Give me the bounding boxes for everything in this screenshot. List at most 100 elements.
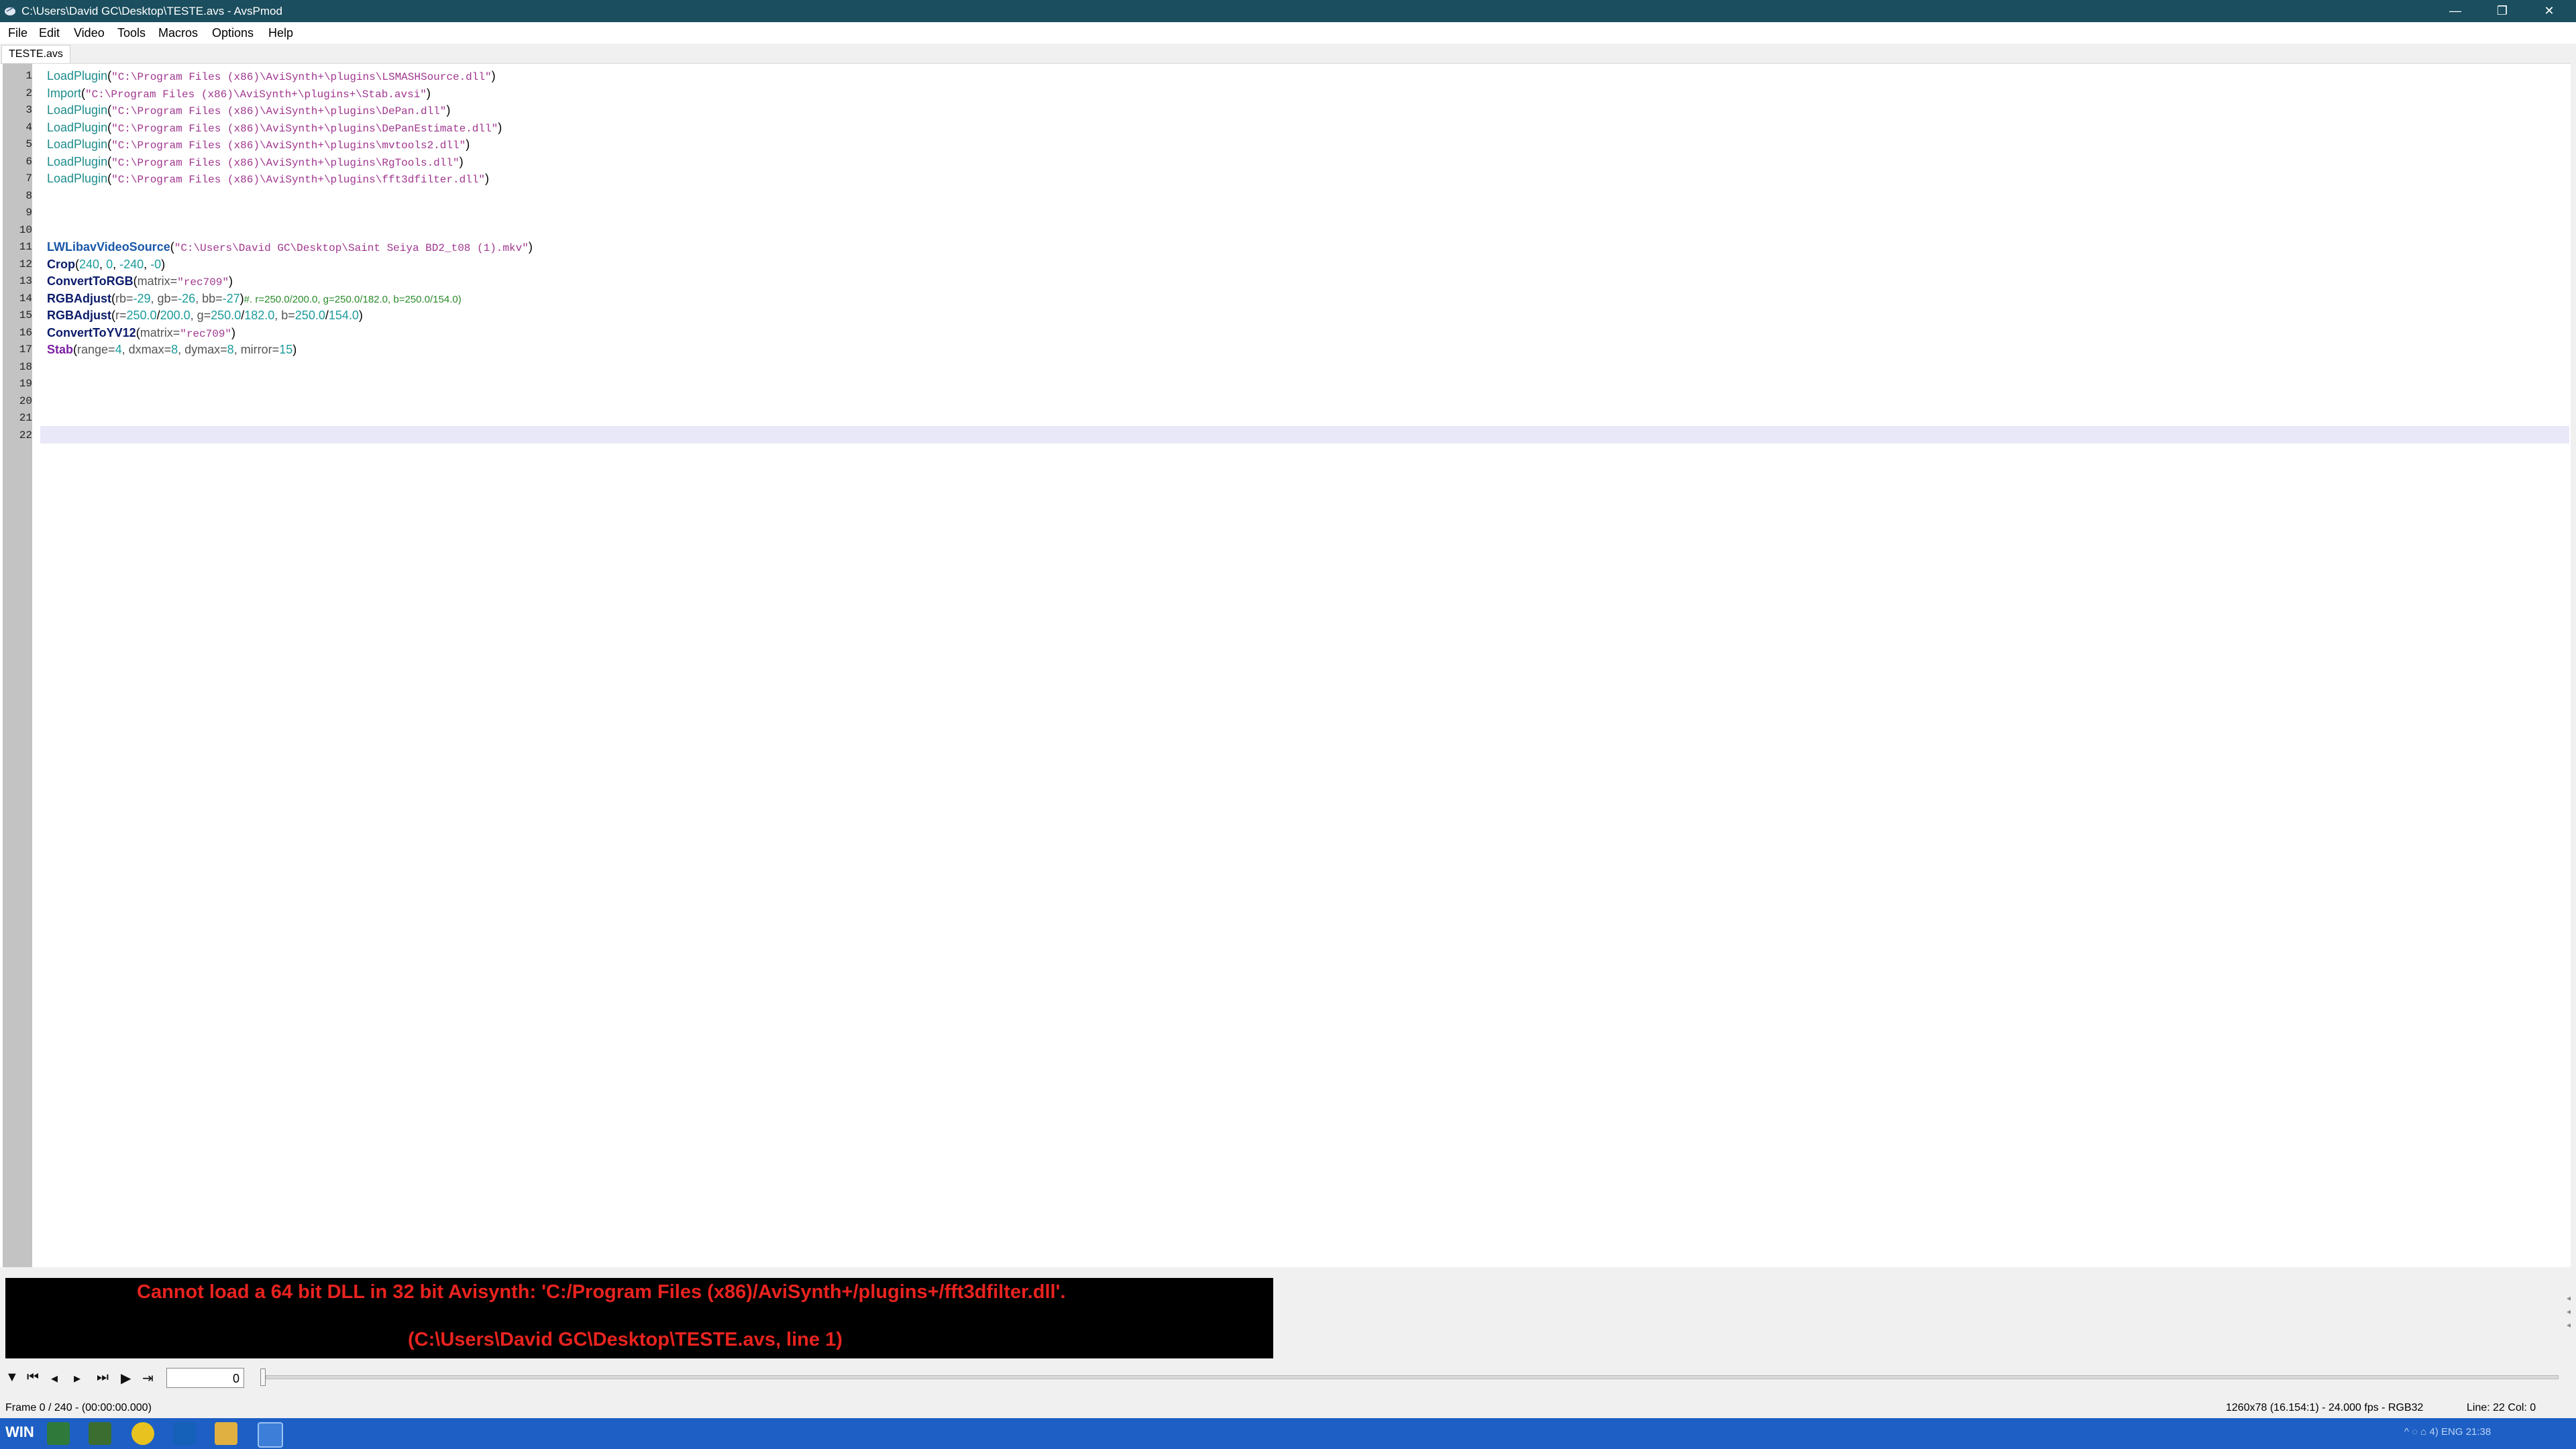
menu-video[interactable]: Video — [74, 22, 105, 44]
code-line-13: ConvertToRGB(matrix="rec709") — [47, 273, 233, 290]
last-frame-icon[interactable]: ⏭ — [97, 1370, 109, 1385]
parameter: , g= — [190, 309, 211, 322]
menu-file[interactable]: File — [8, 22, 28, 44]
menu-options[interactable]: Options — [212, 22, 254, 44]
timeline-slider-track[interactable] — [266, 1375, 2559, 1379]
string-literal: "C:\Program Files (x86)\AviSynth+\plugin… — [111, 174, 485, 186]
code-line-7: LoadPlugin("C:\Program Files (x86)\AviSy… — [47, 170, 489, 188]
number: 200.0 — [160, 309, 191, 322]
string-literal: "rec709" — [177, 276, 229, 288]
number: 250.0 — [126, 309, 157, 322]
error-location: (C:\Users\David GC\Desktop\TESTE.avs, li… — [408, 1329, 843, 1350]
parameter: , gb= — [150, 291, 178, 305]
line-number: 20 — [19, 394, 32, 407]
line-number: 21 — [19, 412, 32, 424]
paren: ) — [229, 274, 233, 288]
code-line-2: Import("C:\Program Files (x86)\AviSynth+… — [47, 85, 431, 103]
separator: , — [99, 257, 107, 271]
code-line-16: ConvertToYV12(matrix="rec709") — [47, 325, 235, 342]
code-line-6: LoadPlugin("C:\Program Files (x86)\AviSy… — [47, 154, 464, 171]
app-globe-icon[interactable] — [89, 1422, 111, 1445]
menu-tools[interactable]: Tools — [117, 22, 146, 44]
paren: ) — [426, 86, 431, 100]
code-line-4: LoadPlugin("C:\Program Files (x86)\AviSy… — [47, 119, 502, 137]
line-number: 9 — [25, 207, 32, 219]
frame-status: Frame 0 / 240 - (00:00:00.000) — [5, 1402, 152, 1413]
script-editor[interactable]: 1 2 3 4 5 6 7 8 9 10 11 12 13 14 15 16 1… — [0, 63, 2571, 1267]
separator: , — [144, 257, 151, 271]
number: 240 — [79, 257, 100, 271]
paren: ) — [528, 240, 533, 254]
string-literal: "C:\Program Files (x86)\AviSynth+\plugin… — [85, 88, 427, 101]
function-name: Crop — [47, 257, 75, 271]
line-number: 15 — [19, 309, 32, 321]
parameter: , dymax= — [178, 343, 227, 356]
paren: ) — [459, 154, 464, 168]
string-literal: "C:\Program Files (x86)\AviSynth+\plugin… — [111, 105, 447, 117]
parameter: r= — [115, 309, 127, 322]
system-tray[interactable]: ^ ◌ ⌂ 4) ENG 21:38 — [2404, 1426, 2491, 1438]
number: 250.0 — [211, 309, 241, 322]
play-icon[interactable]: ▶ — [121, 1370, 131, 1387]
avspmod-taskbar-icon[interactable] — [258, 1422, 283, 1448]
menu-edit[interactable]: Edit — [39, 22, 60, 44]
parameter: rb= — [115, 291, 133, 305]
video-info-status: 1260x78 (16.154:1) - 24.000 fps - RGB32 — [2226, 1402, 2424, 1413]
start-button[interactable]: WIN — [5, 1424, 34, 1441]
number: 8 — [171, 343, 178, 356]
number: 154.0 — [328, 309, 359, 322]
function-name: LoadPlugin — [47, 154, 108, 168]
timeline-slider-thumb[interactable] — [260, 1368, 266, 1386]
paren: ) — [161, 257, 166, 271]
close-button[interactable]: ✕ — [2526, 0, 2573, 22]
code-line-15: RGBAdjust(r=250.0/200.0, g=250.0/182.0, … — [47, 307, 363, 325]
editor-scroll-edge — [2571, 63, 2576, 1267]
next-frame-icon[interactable]: ▸ — [74, 1370, 80, 1387]
line-number: 8 — [25, 189, 32, 202]
paren: ) — [446, 103, 451, 117]
first-frame-icon[interactable]: ⏮ — [27, 1370, 39, 1385]
number: 182.0 — [244, 309, 275, 322]
tab-teste-avs[interactable]: TESTE.avs — [1, 45, 70, 63]
video-preview-error: Cannot load a 64 bit DLL in 32 bit Avisy… — [5, 1278, 1273, 1358]
line-number: 5 — [25, 138, 32, 150]
restore-button[interactable]: ❐ — [2479, 0, 2526, 22]
file-explorer-icon[interactable] — [215, 1422, 237, 1445]
tab-bar: TESTE.avs — [0, 44, 2576, 63]
chrome-icon[interactable] — [131, 1422, 154, 1445]
function-name: LoadPlugin — [47, 138, 108, 151]
code-line-12: Crop(240, 0, -240, -0) — [47, 256, 165, 274]
outlook-icon[interactable] — [173, 1422, 196, 1445]
code-line-5: LoadPlugin("C:\Program Files (x86)\AviSy… — [47, 136, 470, 154]
separator: , — [113, 257, 120, 271]
toggle-preview-icon[interactable]: ▼ — [5, 1370, 19, 1385]
line-number: 16 — [19, 326, 32, 339]
parameter: matrix= — [140, 325, 180, 339]
number: 8 — [227, 343, 234, 356]
paren: ) — [231, 325, 236, 339]
code-line-3: LoadPlugin("C:\Program Files (x86)\AviSy… — [47, 102, 450, 119]
minimize-button[interactable]: — — [2432, 0, 2479, 22]
line-number: 2 — [25, 87, 32, 99]
current-line-highlight — [40, 426, 2569, 443]
frame-number-input[interactable]: 0 — [166, 1368, 244, 1388]
avspmod-app-icon — [5, 7, 15, 15]
app-green-icon[interactable] — [47, 1422, 70, 1445]
number: -240 — [119, 257, 144, 271]
prev-frame-icon[interactable]: ◂ — [51, 1370, 58, 1387]
parameter: , bb= — [195, 291, 223, 305]
function-name: Import — [47, 86, 82, 100]
menu-macros[interactable]: Macros — [158, 22, 198, 44]
panel-toggle-arrows[interactable]: ◂ ◂ ◂ — [2567, 1291, 2576, 1345]
paren: ) — [292, 343, 297, 356]
function-name: RGBAdjust — [47, 309, 111, 322]
line-number: 10 — [19, 223, 32, 236]
parameter: , mirror= — [233, 343, 280, 356]
windows-taskbar: WIN ^ ◌ ⌂ 4) ENG 21:38 — [0, 1418, 2576, 1449]
line-number: 18 — [19, 360, 32, 373]
menu-bar: File Edit Video Tools Macros Options Hel… — [0, 22, 2576, 44]
goto-frame-icon[interactable]: ⇥ — [142, 1370, 154, 1387]
function-name: LoadPlugin — [47, 69, 108, 83]
menu-help[interactable]: Help — [268, 22, 293, 44]
function-name: LWLibavVideoSource — [47, 240, 170, 254]
